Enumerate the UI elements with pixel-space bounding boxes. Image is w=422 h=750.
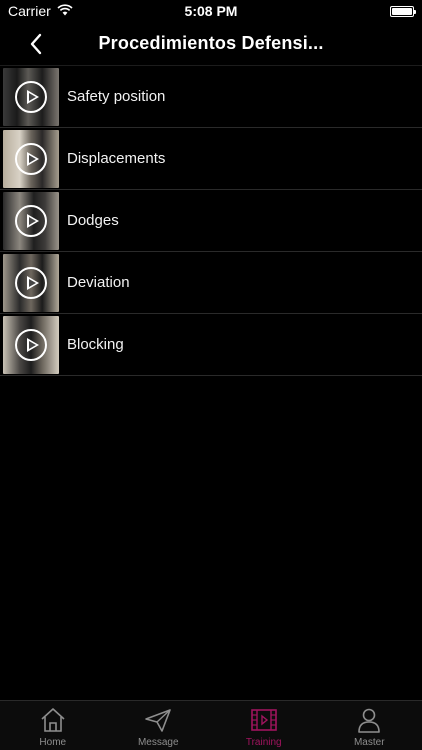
- video-thumbnail: [3, 253, 59, 312]
- tab-message[interactable]: Message: [106, 701, 212, 750]
- carrier-label: Carrier: [8, 3, 51, 19]
- status-left: Carrier: [8, 3, 128, 19]
- tab-label: Home: [39, 737, 67, 748]
- tab-label: Message: [137, 737, 179, 748]
- film-icon: [249, 705, 279, 735]
- video-thumbnail: [3, 129, 59, 188]
- play-icon: [15, 328, 47, 361]
- list-item-label: Deviation: [67, 274, 130, 291]
- list-item-safety-position[interactable]: Safety position: [0, 66, 422, 128]
- list-item-dodges[interactable]: Dodges: [0, 190, 422, 252]
- video-list: Safety position Displacements Dodges Dev…: [0, 66, 422, 376]
- home-icon: [38, 705, 68, 735]
- tab-bar: Home Message Training Master: [0, 700, 422, 750]
- back-button[interactable]: [22, 32, 50, 60]
- play-icon: [15, 142, 47, 175]
- page-title: Procedimientos Defensi...: [98, 33, 324, 53]
- battery-icon: [389, 5, 416, 17]
- play-icon: [15, 80, 47, 113]
- video-thumbnail: [3, 191, 59, 250]
- video-thumbnail: [3, 315, 59, 374]
- list-item-label: Displacements: [67, 150, 166, 167]
- play-icon: [15, 204, 47, 237]
- play-icon: [15, 266, 47, 299]
- wifi-icon: [57, 3, 73, 19]
- chevron-left-icon: [29, 33, 43, 60]
- status-bar: Carrier 5:08 PM: [0, 0, 422, 22]
- status-right: [294, 5, 416, 17]
- tab-label: Master: [353, 737, 385, 748]
- battery-fill: [391, 7, 412, 15]
- list-item-deviation[interactable]: Deviation: [0, 252, 422, 314]
- tab-master[interactable]: Master: [317, 701, 422, 750]
- app-screen: Carrier 5:08 PM Procedimientos Defensi..…: [0, 0, 422, 750]
- tab-label: Training: [245, 737, 282, 748]
- navigation-bar: Procedimientos Defensi...: [0, 22, 422, 66]
- person-icon: [354, 705, 384, 735]
- paper-plane-icon: [143, 705, 173, 735]
- status-time: 5:08 PM: [184, 3, 238, 19]
- list-item-blocking[interactable]: Blocking: [0, 314, 422, 376]
- tab-home[interactable]: Home: [0, 701, 106, 750]
- list-item-displacements[interactable]: Displacements: [0, 128, 422, 190]
- video-thumbnail: [3, 67, 59, 126]
- list-item-label: Dodges: [67, 212, 119, 229]
- list-item-label: Safety position: [67, 88, 166, 105]
- tab-training[interactable]: Training: [211, 701, 317, 750]
- list-item-label: Blocking: [67, 336, 124, 353]
